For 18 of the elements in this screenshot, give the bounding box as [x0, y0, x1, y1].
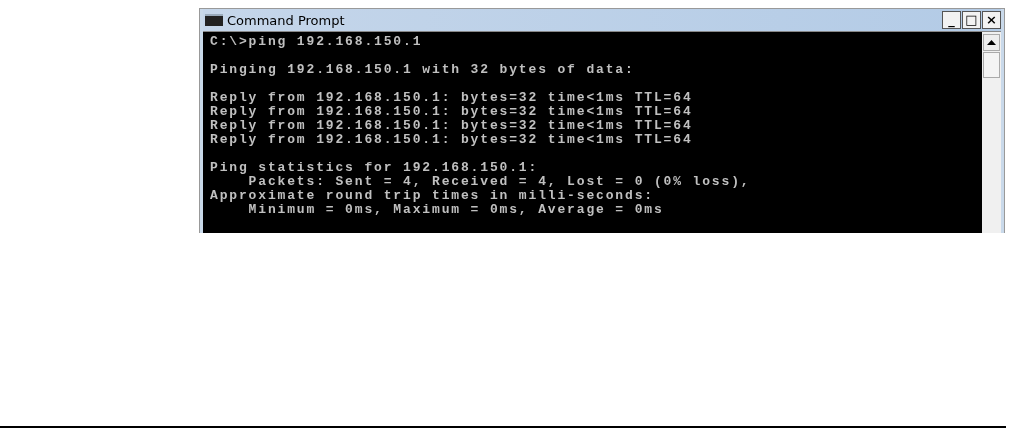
window-title: Command Prompt: [227, 12, 345, 28]
console-line: Reply from 192.168.150.1: bytes=32 time<1ms TTL=64: [210, 105, 694, 119]
console-line: Ping statistics for 192.168.150.1:: [210, 161, 540, 175]
console-line: C:\>ping 192.168.150.1: [210, 35, 424, 49]
console-line: Minimum = 0ms, Maximum = 0ms, Average = 0ms: [247, 203, 665, 217]
console-line: Packets: Sent = 4, Received = 4, Lost = 0 (0% loss),: [247, 175, 752, 189]
console-line: Approximate round trip times in milli-seconds:: [210, 189, 655, 203]
console-icon: [205, 14, 223, 26]
scroll-up-icon[interactable]: [983, 34, 1000, 51]
close-button[interactable]: ×: [982, 11, 1001, 29]
console-line: Pinging 192.168.150.1 with 32 bytes of data:: [210, 63, 636, 77]
maximize-button[interactable]: □: [962, 11, 981, 29]
scroll-thumb[interactable]: [983, 52, 1000, 78]
console-line: Reply from 192.168.150.1: bytes=32 time<1ms TTL=64: [210, 119, 694, 133]
console-line: Reply from 192.168.150.1: bytes=32 time<1ms TTL=64: [210, 91, 694, 105]
minimize-button[interactable]: _: [942, 11, 961, 29]
scrollbar[interactable]: [982, 32, 1001, 233]
console-line: Reply from 192.168.150.1: bytes=32 time<1ms TTL=64: [210, 133, 694, 147]
